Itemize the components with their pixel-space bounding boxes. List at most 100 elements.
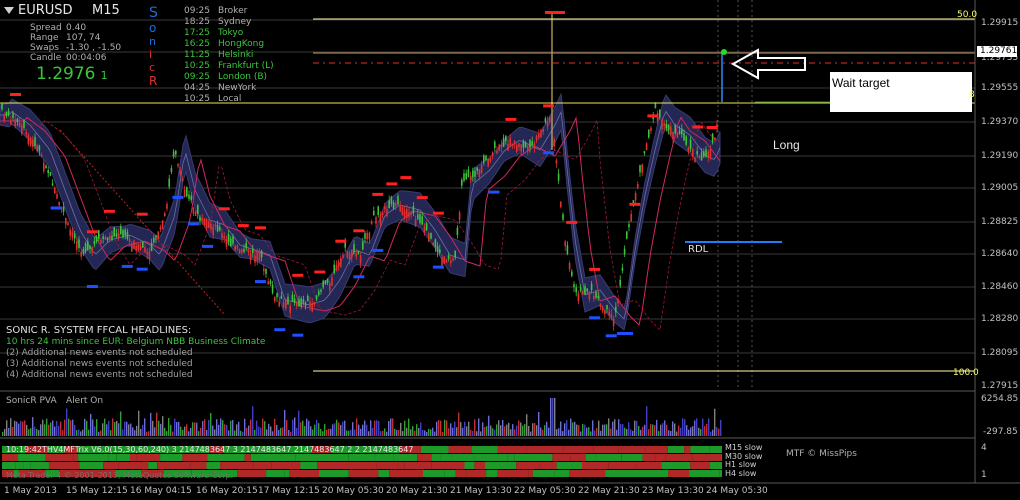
volume-bar	[182, 430, 184, 436]
volume-bar	[116, 420, 118, 436]
volume-bar	[478, 418, 480, 436]
volume-bar	[38, 430, 40, 436]
price-axis-label: 1.28280	[981, 314, 1019, 324]
volume-bar	[240, 430, 242, 436]
volume-bar	[272, 431, 274, 436]
candle-body	[221, 233, 223, 238]
volume-bar	[44, 424, 46, 436]
candle-body	[247, 248, 250, 253]
symbol-timeframe: M15	[92, 3, 120, 18]
volume-bar	[598, 420, 600, 436]
fractal-up-marker	[335, 239, 347, 243]
mtf-segment	[160, 454, 183, 461]
volume-bar	[698, 427, 700, 436]
fractal-up-marker	[386, 182, 398, 186]
mtf-segment	[300, 462, 318, 469]
volume-bar	[562, 431, 564, 436]
fractal-up-marker	[629, 202, 641, 206]
volume-bar	[318, 423, 320, 436]
candle-body	[648, 129, 650, 138]
mtf-segment	[116, 454, 130, 461]
volume-bar	[224, 424, 226, 436]
session-time: 09:25	[184, 6, 210, 16]
mtf-segment	[118, 462, 149, 469]
candle-body	[500, 144, 503, 148]
candle-body	[329, 283, 331, 291]
headline-item: (4) Additional news events not scheduled	[6, 370, 193, 380]
volume-bar	[692, 426, 694, 436]
volume-bar	[346, 430, 348, 436]
volume-bar	[216, 419, 218, 436]
fractal-down-marker	[605, 334, 617, 338]
time-axis[interactable]: 1 May 2013 15 May 12:15 16 May 04:15 16 May…	[0, 486, 975, 500]
volume-bar	[372, 428, 374, 436]
candle-body	[546, 121, 549, 127]
volume-bar	[14, 420, 16, 436]
session-name: HongKong	[218, 39, 265, 49]
candle-body	[610, 313, 613, 319]
fractal-up-marker	[416, 196, 428, 200]
volume-bar	[122, 429, 124, 436]
candle-body	[355, 253, 357, 257]
volume-bar	[516, 425, 518, 436]
candle-body	[337, 261, 340, 267]
mtf-segment	[584, 470, 606, 477]
candle-body	[157, 231, 159, 239]
volume-bar	[496, 424, 498, 436]
mtf-segment	[45, 454, 74, 461]
candle-body	[230, 238, 232, 247]
candle-body	[287, 296, 289, 305]
volume-bar	[596, 427, 598, 436]
mtf-row-labels: M15 slow M30 slow H1 slow H4 slow	[725, 443, 762, 478]
volume-bar	[30, 428, 32, 436]
fractal-up-marker	[706, 126, 718, 129]
volume-bar	[420, 422, 422, 436]
fractal-up-marker	[505, 117, 517, 121]
volume-bar	[162, 416, 164, 436]
horizontal-grid	[0, 19, 975, 354]
candle-body	[593, 296, 595, 299]
candle-body	[700, 152, 703, 161]
mtf-credit: MTF © MissPips	[786, 449, 857, 459]
fractal-up-marker	[400, 176, 412, 180]
volume-bar	[146, 431, 148, 436]
session-name: Tokyo	[218, 28, 244, 38]
volume-bar	[552, 398, 554, 436]
volume-bar	[418, 428, 420, 436]
mtf-segment	[471, 446, 498, 453]
candle-body	[568, 263, 571, 270]
volume-bar	[258, 426, 260, 436]
mtf-segment	[486, 470, 498, 477]
volume-bar	[350, 429, 352, 436]
volume-bar	[90, 413, 92, 436]
volume-bar	[680, 427, 682, 436]
volume-bar	[612, 421, 614, 436]
volume-bar	[280, 428, 282, 436]
price-axis[interactable]: 1.29915 1.29735 1.29555 1.29370 1.29190 1.290…	[976, 0, 1020, 391]
candle-body	[159, 227, 162, 230]
fractal-down-marker	[50, 206, 62, 210]
candle-body	[571, 271, 573, 276]
volume-bar	[290, 431, 292, 436]
candle-body	[25, 132, 27, 135]
mtf-segment	[73, 454, 79, 461]
candle-body	[45, 165, 47, 169]
volume-bar	[180, 426, 182, 436]
volume-bar	[262, 418, 264, 436]
candle-body	[582, 291, 584, 295]
candle-body	[518, 143, 520, 148]
fib-label-bottom: 100.0	[953, 368, 979, 378]
candle-body	[18, 122, 21, 127]
time-axis-label: 20 May 05:30	[322, 486, 384, 496]
volume-bar	[284, 410, 286, 436]
volume-bar	[590, 431, 592, 436]
mtf-segment	[182, 454, 207, 461]
candle-body	[687, 147, 690, 152]
symbol-pair: EURUSD	[18, 3, 73, 18]
candle-body	[192, 207, 195, 214]
candle-body	[615, 306, 617, 313]
volume-bar	[694, 420, 696, 436]
candle-body	[234, 245, 236, 251]
fractal-down-marker	[617, 332, 633, 335]
candle-body	[368, 232, 371, 240]
